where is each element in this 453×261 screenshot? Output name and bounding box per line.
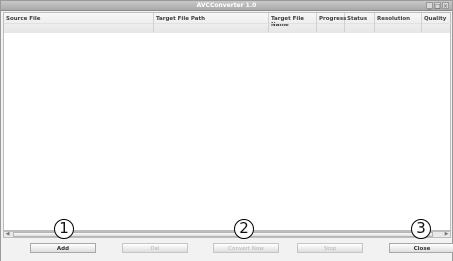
del-button[interactable]: Del — [122, 243, 188, 253]
callout-3: 3 — [411, 219, 431, 239]
conversion-table[interactable]: Source File Target File Path Target File… — [3, 12, 452, 231]
column-header-resolution[interactable]: Resolution — [375, 13, 422, 32]
column-header-target-file-path[interactable]: Target File Path — [154, 13, 269, 32]
app-window: AVCConverter 1.0 _ □ × Source File Targe… — [0, 0, 453, 261]
window-controls: _ □ × — [426, 2, 449, 10]
column-header-target-file-name[interactable]: Target File Name — [269, 13, 317, 32]
scrollbar-thumb[interactable] — [13, 232, 433, 237]
table-header: Source File Target File Path Target File… — [4, 13, 452, 34]
button-bar: Add Del Convert Now Stop Close — [1, 239, 453, 261]
callout-2: 2 — [234, 219, 254, 239]
minimize-button[interactable]: _ — [426, 2, 433, 10]
add-button[interactable]: Add — [30, 243, 96, 253]
convert-now-button[interactable]: Convert Now — [213, 243, 279, 253]
restore-button[interactable]: □ — [434, 2, 441, 10]
scroll-right-icon[interactable]: ▶ — [443, 232, 450, 237]
close-button[interactable]: Close — [389, 243, 453, 253]
scroll-left-icon[interactable]: ◀ — [4, 232, 11, 237]
callout-1: 1 — [54, 219, 74, 239]
title-bar: AVCConverter 1.0 _ □ × — [1, 1, 452, 11]
column-header-quality[interactable]: Quality — [422, 13, 452, 32]
column-header-progress[interactable]: Progress — [317, 13, 346, 32]
window-title: AVCConverter 1.0 — [196, 2, 257, 9]
column-header-status[interactable]: Status — [345, 13, 375, 32]
stop-button[interactable]: Stop — [297, 243, 363, 253]
close-window-button[interactable]: × — [442, 2, 449, 10]
column-header-source-file[interactable]: Source File — [4, 13, 154, 32]
table-body[interactable] — [4, 33, 450, 230]
